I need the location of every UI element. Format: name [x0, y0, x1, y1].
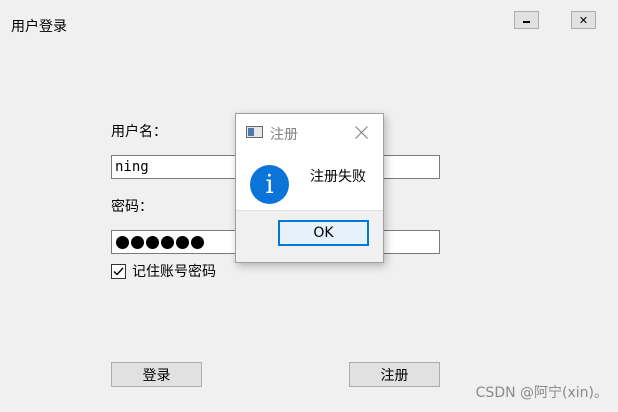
password-dot — [161, 236, 174, 249]
close-icon: ✕ — [578, 13, 589, 27]
ok-button[interactable]: OK — [278, 220, 369, 246]
password-dot — [131, 236, 144, 249]
dialog-footer: OK — [236, 210, 383, 262]
dialog-title: 注册 — [270, 127, 298, 143]
window-icon — [246, 126, 263, 138]
login-button[interactable]: 登录 — [111, 362, 202, 387]
username-value: ning — [115, 159, 149, 175]
password-dot — [146, 236, 159, 249]
info-icon: i — [250, 165, 289, 204]
dialog-message: 注册失败 — [310, 169, 366, 185]
password-mask — [116, 234, 204, 249]
minimize-icon — [523, 21, 530, 23]
password-label: 密码： — [111, 199, 153, 215]
checkmark-icon — [113, 267, 124, 276]
remember-label: 记住账号密码 — [132, 264, 216, 280]
message-dialog: 注册 i 注册失败 OK — [235, 113, 384, 263]
watermark: CSDN @阿宁(xin)。 — [475, 385, 608, 401]
password-dot — [191, 236, 204, 249]
remember-checkbox-row[interactable]: 记住账号密码 — [111, 261, 216, 281]
minimize-button[interactable] — [514, 11, 539, 29]
username-label: 用户名： — [111, 124, 167, 140]
register-button[interactable]: 注册 — [349, 362, 440, 387]
dialog-titlebar: 注册 — [236, 114, 383, 150]
close-button[interactable]: ✕ — [571, 11, 596, 29]
password-dot — [116, 236, 129, 249]
window-title: 用户登录 — [11, 19, 67, 35]
remember-checkbox[interactable] — [111, 263, 126, 279]
dialog-close-icon[interactable] — [355, 125, 369, 139]
password-dot — [176, 236, 189, 249]
